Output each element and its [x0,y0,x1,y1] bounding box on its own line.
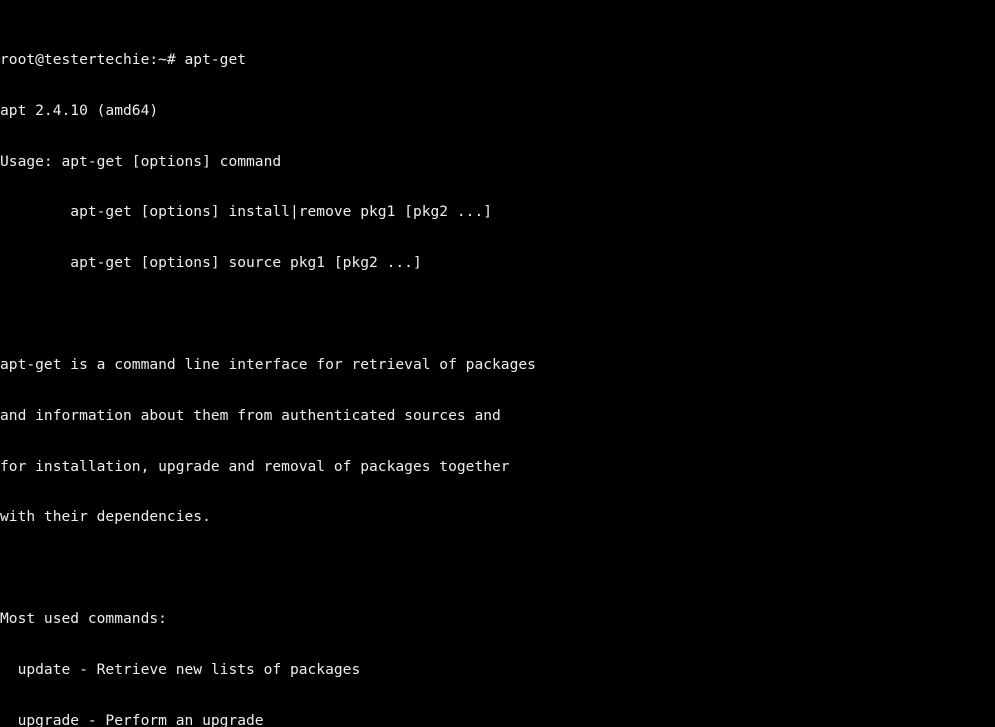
terminal-line-usage-heading: Usage: apt-get [options] command [0,152,282,170]
terminal-line-command-update: update - Retrieve new lists of packages [0,660,361,678]
terminal-line-description-2: and information about them from authenti… [0,406,501,424]
terminal-line-commands-heading: Most used commands: [0,610,167,628]
terminal-window[interactable]: root@testertechie:~# apt-get apt 2.4.10 … [0,0,995,727]
terminal-screen: root@testertechie:~# apt-get apt 2.4.10 … [0,1,995,727]
terminal-line-description-1: apt-get is a command line interface for … [0,355,536,373]
terminal-line-usage-form-source: apt-get [options] source pkg1 [pkg2 ...] [0,254,422,272]
terminal-line-version: apt 2.4.10 (amd64) [0,101,159,119]
terminal-line-description-3: for installation, upgrade and removal of… [0,457,510,475]
terminal-line-description-4: with their dependencies. [0,508,211,526]
terminal-line-command-upgrade: upgrade - Perform an upgrade [0,711,264,727]
terminal-line-usage-form-install: apt-get [options] install|remove pkg1 [p… [0,203,493,221]
terminal-line-command-prompt: root@testertechie:~# apt-get [0,50,247,68]
